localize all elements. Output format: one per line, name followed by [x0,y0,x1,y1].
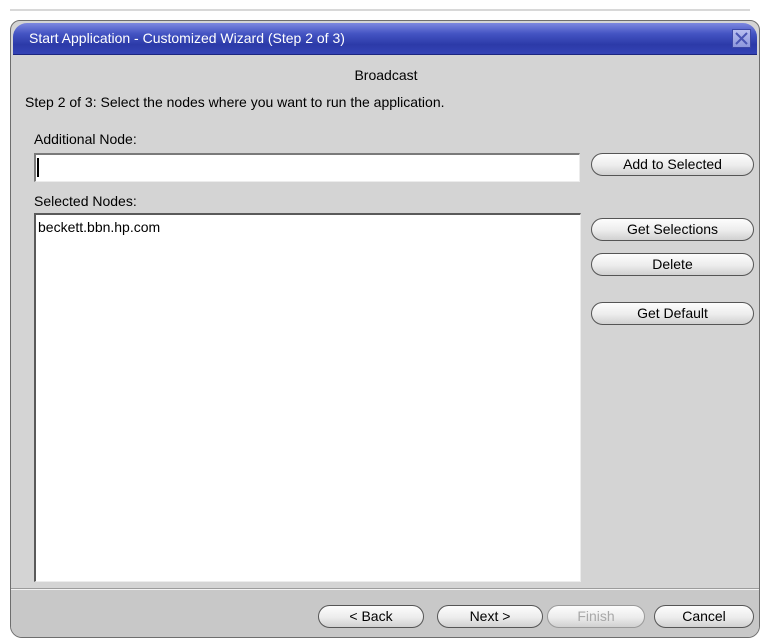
additional-node-input[interactable] [34,153,580,182]
text-caret [37,158,39,177]
selected-nodes-label: Selected Nodes: [34,193,137,209]
get-default-button[interactable]: Get Default [591,302,754,325]
list-item[interactable]: beckett.bbn.hp.com [36,215,580,239]
wizard-dialog: Start Application - Customized Wizard (S… [10,20,760,638]
close-icon [735,32,748,45]
cancel-button[interactable]: Cancel [654,605,754,628]
title-bar[interactable]: Start Application - Customized Wizard (S… [13,23,757,55]
desktop-edge [10,9,750,11]
close-button[interactable] [732,29,751,48]
back-button[interactable]: < Back [318,605,424,628]
additional-node-label: Additional Node: [34,131,137,147]
window-title: Start Application - Customized Wizard (S… [29,30,345,46]
selected-nodes-list[interactable]: beckett.bbn.hp.com [34,213,581,582]
get-selections-button[interactable]: Get Selections [591,218,754,241]
wizard-instructions: Step 2 of 3: Select the nodes where you … [25,94,445,110]
next-button[interactable]: Next > [437,605,543,628]
finish-button[interactable]: Finish [547,605,645,628]
add-to-selected-button[interactable]: Add to Selected [591,153,754,176]
delete-button[interactable]: Delete [591,253,754,276]
footer-bar: < Back Next > Finish Cancel [11,590,759,637]
wizard-heading: Broadcast [354,67,418,83]
